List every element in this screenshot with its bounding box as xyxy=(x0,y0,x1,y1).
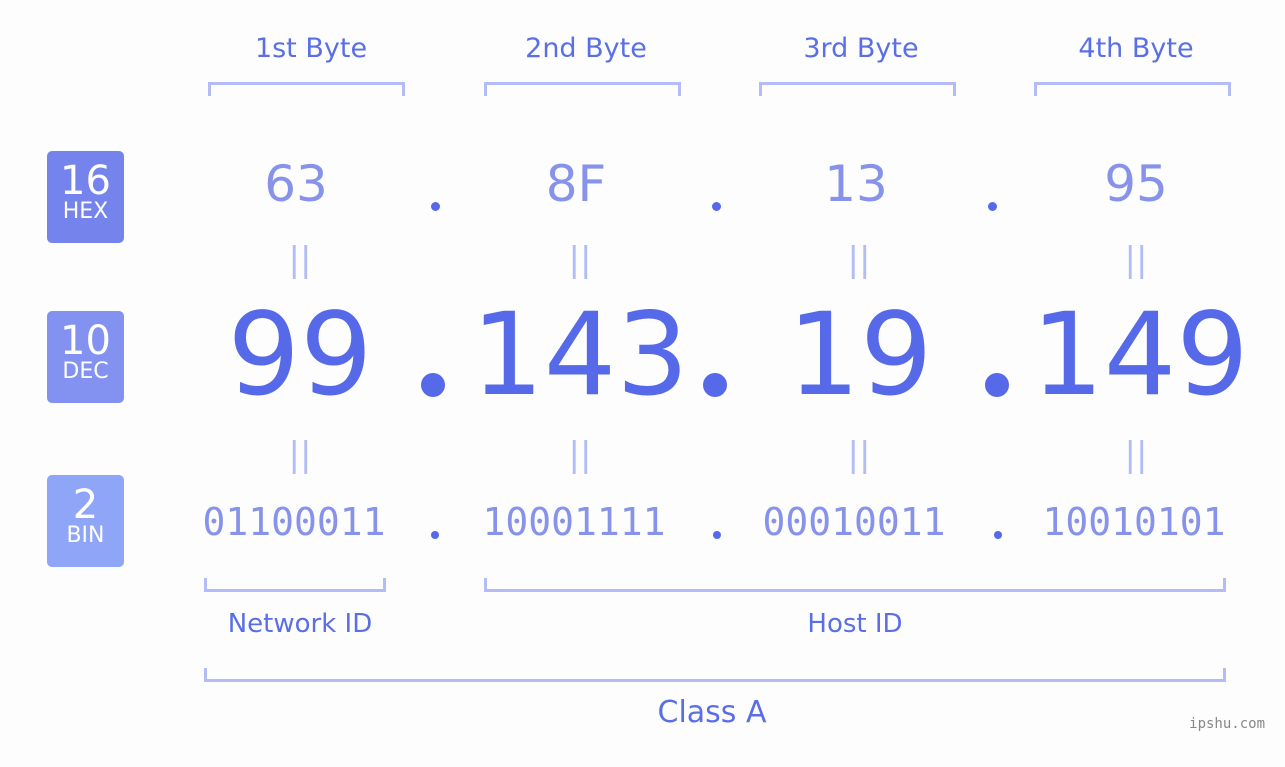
dec-value-4: 149 xyxy=(1031,288,1249,421)
hex-badge-label: HEX xyxy=(62,199,109,224)
byte-bracket-1 xyxy=(208,82,405,96)
bin-dot-3 xyxy=(994,531,1002,539)
bin-badge-label: BIN xyxy=(66,523,105,548)
equals-sign: || xyxy=(847,240,871,280)
bin-badge-base: 2 xyxy=(72,482,99,528)
bin-dot-2 xyxy=(713,531,721,539)
network-id-label: Network ID xyxy=(227,609,373,639)
byte-header-2: 2nd Byte xyxy=(525,33,647,64)
dec-badge: 10 DEC xyxy=(47,311,124,403)
bin-dot-1 xyxy=(431,531,439,539)
hex-dot-2 xyxy=(712,202,721,211)
equals-sign: || xyxy=(1124,240,1148,280)
hex-value-1: 63 xyxy=(264,155,328,213)
equals-sign: || xyxy=(288,435,312,475)
host-id-bracket xyxy=(484,578,1226,592)
host-id-label: Host ID xyxy=(807,609,903,639)
dec-value-1: 99 xyxy=(227,288,373,421)
equals-sign: || xyxy=(1124,435,1148,475)
dec-dot-2 xyxy=(703,373,727,397)
dec-value-2: 143 xyxy=(471,288,689,421)
dec-dot-3 xyxy=(985,373,1009,397)
bin-value-4: 10010101 xyxy=(1042,500,1226,544)
bin-value-3: 00010011 xyxy=(762,500,946,544)
byte-header-3: 3rd Byte xyxy=(803,33,919,64)
bin-badge: 2 BIN xyxy=(47,475,124,567)
class-bracket xyxy=(204,668,1226,682)
watermark: ipshu.com xyxy=(1189,716,1265,732)
dec-value-3: 19 xyxy=(787,288,933,421)
bin-value-1: 01100011 xyxy=(202,500,386,544)
dec-badge-base: 10 xyxy=(60,318,111,364)
byte-header-4: 4th Byte xyxy=(1078,33,1194,64)
byte-bracket-4 xyxy=(1034,82,1231,96)
dec-badge-label: DEC xyxy=(62,359,109,384)
hex-value-3: 13 xyxy=(824,155,888,213)
equals-sign: || xyxy=(288,240,312,280)
hex-dot-3 xyxy=(988,202,997,211)
byte-bracket-2 xyxy=(484,82,681,96)
hex-value-4: 95 xyxy=(1104,155,1168,213)
hex-badge-base: 16 xyxy=(60,158,111,204)
hex-dot-1 xyxy=(431,202,440,211)
equals-sign: || xyxy=(847,435,871,475)
byte-bracket-3 xyxy=(759,82,956,96)
dec-dot-1 xyxy=(421,373,445,397)
byte-header-1: 1st Byte xyxy=(254,33,368,64)
network-id-bracket xyxy=(204,578,386,592)
hex-value-2: 8F xyxy=(545,155,607,213)
bin-value-2: 10001111 xyxy=(482,500,666,544)
equals-sign: || xyxy=(568,435,592,475)
hex-badge: 16 HEX xyxy=(47,151,124,243)
class-label: Class A xyxy=(657,695,767,730)
equals-sign: || xyxy=(568,240,592,280)
